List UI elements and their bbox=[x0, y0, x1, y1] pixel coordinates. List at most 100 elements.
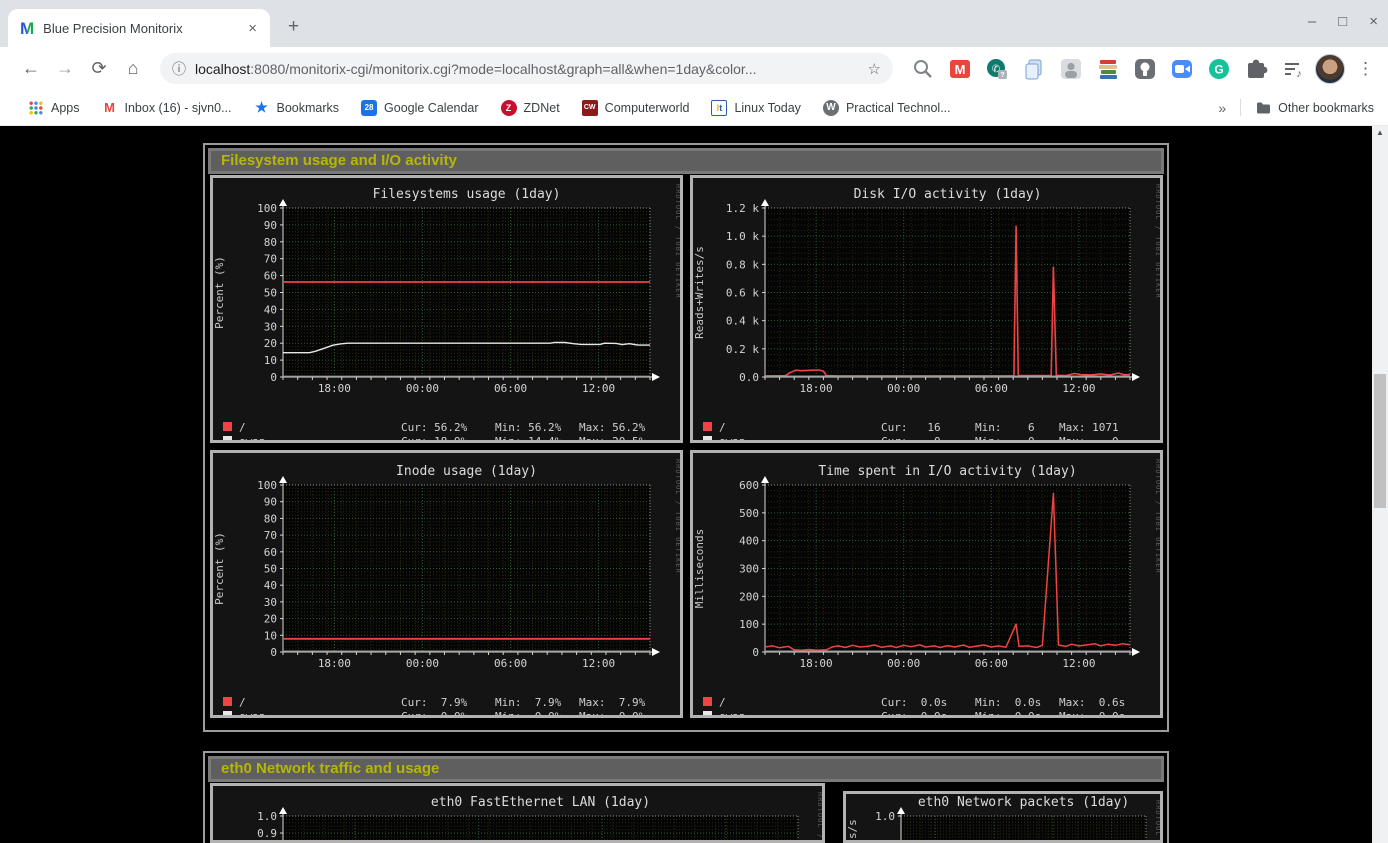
rrdtool-watermark: RRDTOOL / TOBI OETIKER bbox=[1154, 184, 1160, 299]
scrollbar-up-arrow-icon[interactable]: ▲ bbox=[1372, 128, 1388, 137]
y-tick-label: 1.0 bbox=[257, 810, 277, 823]
legend-row-swap: swapCur: 0.0sMin: 0.0sMax: 0.0s bbox=[693, 710, 1160, 719]
chart-panel-time-in-io[interactable]: 600500400300200100018:0000:0006:0012:00T… bbox=[690, 450, 1163, 718]
y-tick-label: 40 bbox=[264, 303, 277, 316]
chart-title: Inode usage (1day) bbox=[396, 464, 537, 479]
chart-title: Filesystems usage (1day) bbox=[373, 187, 561, 202]
y-tick-label: 70 bbox=[264, 253, 277, 266]
maximize-button[interactable]: □ bbox=[1338, 11, 1347, 33]
minimize-button[interactable]: – bbox=[1308, 11, 1316, 33]
playlist-extension-icon[interactable]: ♪ bbox=[1281, 57, 1305, 81]
bookmark-item-5[interactable]: CWComputerworld bbox=[582, 100, 690, 116]
y-tick-label: 70 bbox=[264, 529, 277, 542]
keeper-extension-icon[interactable] bbox=[1133, 57, 1157, 81]
bookmarks-bar: Apps MInbox (16) - sjvn0... ★Bookmarks 28Go… bbox=[0, 90, 1388, 126]
bookmark-item-2[interactable]: ★Bookmarks bbox=[254, 100, 340, 116]
legend-color-swatch bbox=[703, 436, 712, 444]
legend-min-value: Min: 0.0s bbox=[975, 710, 1041, 719]
legend-color-swatch bbox=[223, 711, 232, 719]
bookmark-item-1[interactable]: MInbox (16) - sjvn0... bbox=[102, 100, 232, 116]
books-extension-icon[interactable] bbox=[1096, 57, 1120, 81]
scrollbar-thumb[interactable] bbox=[1374, 374, 1386, 508]
legend-color-swatch bbox=[703, 711, 712, 719]
x-tick-label: 18:00 bbox=[800, 382, 833, 395]
voice-extension-icon[interactable]: ✆? bbox=[985, 57, 1009, 81]
back-button[interactable]: ← bbox=[14, 58, 48, 79]
close-button[interactable]: × bbox=[1369, 11, 1378, 33]
y-axis-label: Reads+Writes/s bbox=[693, 246, 706, 339]
grammarly-extension-icon[interactable]: G bbox=[1207, 57, 1231, 81]
tab-close-icon[interactable]: × bbox=[245, 20, 260, 37]
search-extension-icon[interactable] bbox=[911, 57, 935, 81]
legend-min-value: Min: 0.0s bbox=[975, 696, 1041, 709]
bookmark-label: ZDNet bbox=[524, 101, 560, 115]
chart-panel-inode-usage[interactable]: 100908070605040302010018:0000:0006:0012:… bbox=[210, 450, 683, 718]
chart-panel-disk-io-activity[interactable]: 1.2 k1.0 k0.8 k0.6 k0.4 k0.2 k0.018:0000… bbox=[690, 175, 1163, 443]
puzzle-extension-icon[interactable] bbox=[1244, 57, 1268, 81]
page-info-icon[interactable]: ⓘ bbox=[172, 59, 186, 79]
legend-cur-value: Cur: 0.0s bbox=[881, 696, 947, 709]
chart-panel-eth0-lan[interactable]: 1.00.918:0000:0006:0012:00eth0 FastEther… bbox=[210, 783, 825, 843]
chart-panel-eth0-packets[interactable]: 1.018:0000:0006:0012:00eth0 Network pack… bbox=[843, 791, 1163, 843]
legend-max-value: Max: 0 bbox=[1059, 435, 1119, 444]
reload-button[interactable]: ⟳ bbox=[82, 58, 116, 79]
legend-min-value: Min: 0.0% bbox=[495, 710, 561, 719]
y-tick-label: 300 bbox=[739, 563, 759, 576]
legend-series-name: swap bbox=[719, 710, 746, 719]
legend-cur-value: Cur: 7.9% bbox=[401, 696, 467, 709]
y-tick-label: 40 bbox=[264, 579, 277, 592]
y-tick-label: 500 bbox=[739, 507, 759, 520]
other-bookmarks-label: Other bookmarks bbox=[1278, 101, 1374, 115]
y-tick-label: 60 bbox=[264, 270, 277, 283]
legend-row-swap: swapCur: 18.9%Min: 14.4%Max: 20.5% bbox=[213, 435, 680, 444]
legend-min-value: Min: 7.9% bbox=[495, 696, 561, 709]
new-tab-button[interactable]: + bbox=[288, 16, 299, 38]
x-tick-label: 12:00 bbox=[1062, 382, 1095, 395]
y-tick-label: 400 bbox=[739, 535, 759, 548]
section-header: Filesystem usage and I/O activity bbox=[208, 148, 1164, 174]
legend-series-name: swap bbox=[239, 710, 266, 719]
bookmark-star-icon[interactable]: ☆ bbox=[868, 60, 881, 78]
apps-grid-icon bbox=[28, 100, 44, 116]
legend-color-swatch bbox=[703, 422, 712, 431]
x-tick-label: 00:00 bbox=[887, 382, 920, 395]
section-title: eth0 Network traffic and usage bbox=[211, 759, 1161, 779]
legend-min-value: Min: 14.4% bbox=[495, 435, 561, 444]
page-content: Filesystem usage and I/O activity eth0 N… bbox=[0, 126, 1388, 843]
person-extension-icon[interactable] bbox=[1059, 57, 1083, 81]
url-host: localhost bbox=[195, 61, 250, 77]
forward-button[interactable]: → bbox=[48, 58, 82, 79]
address-bar[interactable]: ⓘ localhost:8080/monitorix-cgi/monitorix… bbox=[160, 53, 893, 84]
legend-max-value: Max: 56.2% bbox=[579, 421, 645, 434]
legend-series-name: / bbox=[239, 421, 246, 434]
bookmark-item-7[interactable]: WPractical Technol... bbox=[823, 100, 951, 116]
bookmark-item-6[interactable]: ltLinux Today bbox=[711, 100, 801, 116]
x-tick-label: 06:00 bbox=[975, 382, 1008, 395]
profile-avatar[interactable] bbox=[1315, 54, 1345, 84]
home-button[interactable]: ⌂ bbox=[116, 58, 150, 79]
copy-extension-icon[interactable] bbox=[1022, 57, 1046, 81]
browser-tab[interactable]: M Blue Precision Monitorix × bbox=[8, 9, 270, 47]
legend-color-swatch bbox=[223, 436, 232, 444]
bookmark-item-0[interactable]: Apps bbox=[28, 100, 80, 116]
y-tick-label: 0.2 k bbox=[726, 343, 759, 356]
monitorix-favicon-icon: M bbox=[20, 20, 34, 37]
y-tick-label: 80 bbox=[264, 512, 277, 525]
zoom-video-extension-icon[interactable] bbox=[1170, 57, 1194, 81]
gmail-extension-icon[interactable]: M bbox=[948, 57, 972, 81]
chart-panel-filesystems-usage[interactable]: 100908070605040302010018:0000:0006:0012:… bbox=[210, 175, 683, 443]
y-tick-label: 90 bbox=[264, 219, 277, 232]
star-icon: ★ bbox=[254, 100, 270, 116]
legend-cur-value: Cur: 0.0% bbox=[401, 710, 467, 719]
y-tick-label: 10 bbox=[264, 629, 277, 642]
url-text[interactable]: localhost:8080/monitorix-cgi/monitorix.c… bbox=[195, 61, 860, 77]
svg-text:G: G bbox=[1214, 62, 1223, 76]
other-bookmarks-button[interactable]: Other bookmarks bbox=[1255, 100, 1374, 116]
browser-menu-icon[interactable]: ⋮ bbox=[1357, 59, 1374, 79]
bookmarks-overflow-chevrons[interactable]: » bbox=[1218, 100, 1226, 116]
page-scrollbar[interactable]: ▲ bbox=[1372, 126, 1388, 843]
bookmark-item-3[interactable]: 28Google Calendar bbox=[361, 100, 479, 116]
rrdtool-watermark: RRDTOOL / TOBI OETIKER bbox=[1154, 800, 1160, 843]
browser-window: M Blue Precision Monitorix × + – □ × ← →… bbox=[0, 0, 1388, 843]
bookmark-item-4[interactable]: ZZDNet bbox=[501, 100, 560, 116]
